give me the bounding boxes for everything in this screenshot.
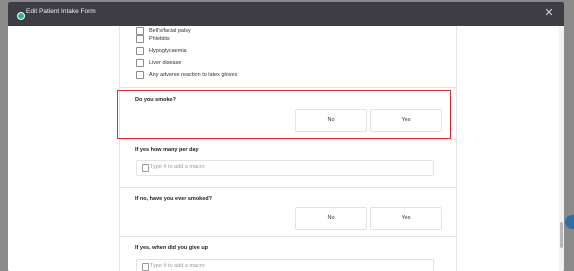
section-divider [120,87,456,88]
modal-header: Edit Patient Intake Form ✕ [8,2,564,26]
ever-smoked-question-label: If no, have you ever smoked? [135,196,213,202]
checkbox-option[interactable]: Liver disease [136,58,181,68]
section-divider [120,139,456,140]
checkbox-label: Any adverse reaction to latex gloves [149,72,238,78]
checkbox[interactable] [136,71,144,79]
app-logo-icon [17,12,25,20]
help-fab-icon[interactable] [565,215,574,229]
checkbox-option[interactable]: Hypoglycaemia [136,46,187,56]
section-divider [120,187,456,188]
form-panel: Bell's/facial palsy Phlebitis Hypoglycae… [119,26,457,271]
ever-smoked-yes-button[interactable]: Yes [370,207,442,230]
checkbox[interactable] [136,59,144,67]
input-placeholder: Type # to add a macro [150,164,205,170]
input-placeholder: Type # to add a macro [150,263,205,269]
checkbox-option[interactable]: Any adverse reaction to latex gloves [136,70,237,80]
checkbox-label: Phlebitis [149,36,170,42]
document-icon [142,164,149,172]
checkbox-label: Liver disease [149,60,182,66]
edit-intake-form-modal: Edit Patient Intake Form ✕ Bell's/facial… [8,2,564,271]
checkbox-label: Hypoglycaemia [149,48,187,54]
ever-smoked-no-button[interactable]: No [295,207,367,230]
checkbox-option[interactable]: Phlebitis [136,34,170,44]
modal-body: Bell's/facial palsy Phlebitis Hypoglycae… [8,26,564,271]
give-up-input[interactable]: Type # to add a macro [136,259,434,271]
smoke-yes-button[interactable]: Yes [370,109,442,132]
per-day-input[interactable]: Type # to add a macro [136,160,434,176]
scrollbar[interactable] [559,26,564,271]
section-divider [120,236,456,237]
close-icon[interactable]: ✕ [542,6,556,20]
checkbox[interactable] [136,47,144,55]
smoke-no-button[interactable]: No [295,109,367,132]
checkbox[interactable] [136,35,144,43]
modal-title: Edit Patient Intake Form [26,8,96,15]
scrollbar-thumb[interactable] [560,222,563,248]
per-day-question-label: If yes how many per day [135,147,199,153]
smoke-question-label: Do you smoke? [135,97,176,103]
give-up-question-label: If yes, when did you give up [135,245,209,251]
document-icon [142,263,149,271]
